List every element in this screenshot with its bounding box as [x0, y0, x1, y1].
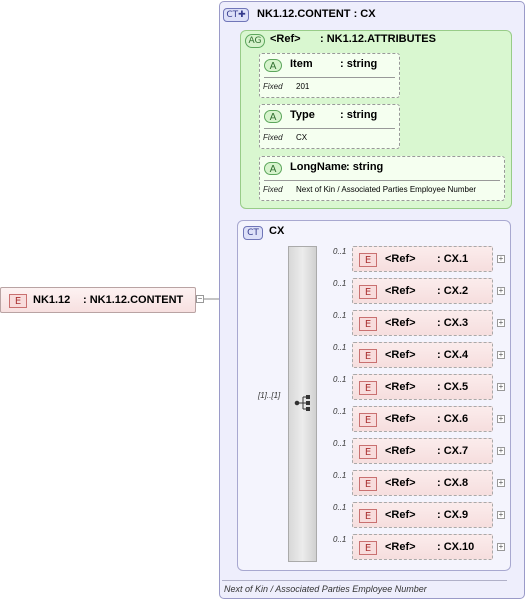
child-ref: <Ref>	[385, 541, 416, 553]
content-type-title: NK1.12.CONTENT : CX	[257, 8, 376, 20]
root-element-box[interactable]: E NK1.12 : NK1.12.CONTENT	[0, 287, 196, 313]
child-type: : CX.5	[437, 381, 469, 393]
child-ref: <Ref>	[385, 445, 416, 457]
child-ref: <Ref>	[385, 285, 416, 297]
root-element-type: : NK1.12.CONTENT	[83, 294, 184, 306]
sequence-icon	[294, 395, 310, 411]
expand-button[interactable]: +	[497, 543, 505, 551]
child-element-1[interactable]: E <Ref> : CX.1	[352, 246, 493, 272]
attribute-name: Type	[290, 109, 315, 121]
child-ref: <Ref>	[385, 349, 416, 361]
element-icon: E	[359, 413, 377, 427]
attribute-icon: A	[264, 162, 282, 175]
element-icon: E	[359, 317, 377, 331]
attribute-divider	[264, 180, 500, 181]
child-element-3[interactable]: E <Ref> : CX.3	[352, 310, 493, 336]
child-occurrence: 0..1	[333, 407, 347, 416]
expand-button[interactable]: +	[497, 255, 505, 263]
child-type: : CX.4	[437, 349, 469, 361]
child-type: : CX.2	[437, 285, 469, 297]
fixed-value: 201	[296, 82, 310, 91]
element-icon: E	[9, 294, 27, 308]
fixed-value: CX	[296, 133, 308, 142]
expand-button[interactable]: +	[497, 511, 505, 519]
cx-type-title: CX	[269, 225, 285, 237]
child-ref: <Ref>	[385, 477, 416, 489]
attribute-divider	[264, 77, 395, 78]
attribute-item[interactable]: A Item : string Fixed 201	[259, 53, 400, 98]
expand-button[interactable]: +	[497, 447, 505, 455]
child-element-7[interactable]: E <Ref> : CX.7	[352, 438, 493, 464]
attribute-divider	[264, 128, 395, 129]
child-type: : CX.6	[437, 413, 469, 425]
child-ref: <Ref>	[385, 317, 416, 329]
attribute-type: : string	[340, 58, 378, 70]
plus-icon: ✚	[238, 10, 246, 20]
child-occurrence: 0..1	[333, 535, 347, 544]
attribute-name: LongName	[290, 161, 347, 173]
fixed-label: Fixed	[263, 82, 283, 91]
element-icon: E	[359, 285, 377, 299]
child-type: : CX.10	[437, 541, 475, 553]
child-occurrence: 0..1	[333, 439, 347, 448]
element-icon: E	[359, 477, 377, 491]
element-icon: E	[359, 381, 377, 395]
child-type: : CX.7	[437, 445, 469, 457]
attribute-icon: A	[264, 110, 282, 123]
child-ref: <Ref>	[385, 413, 416, 425]
child-element-8[interactable]: E <Ref> : CX.8	[352, 470, 493, 496]
attribute-longname[interactable]: A LongName : string Fixed Next of Kin / …	[259, 156, 505, 201]
element-icon: E	[359, 349, 377, 363]
child-ref: <Ref>	[385, 253, 416, 265]
child-occurrence: 0..1	[333, 375, 347, 384]
root-element-name: NK1.12	[33, 294, 71, 306]
child-occurrence: 0..1	[333, 311, 347, 320]
expand-button[interactable]: +	[497, 319, 505, 327]
attribute-group-icon: AG	[245, 34, 265, 48]
attribute-icon: A	[264, 59, 282, 72]
attribute-name: Item	[290, 58, 313, 70]
attribute-group-ref: <Ref>	[270, 33, 301, 45]
child-element-10[interactable]: E <Ref> : CX.10	[352, 534, 493, 560]
complex-type-icon: CT✚	[223, 8, 249, 22]
child-ref: <Ref>	[385, 381, 416, 393]
child-occurrence: 0..1	[333, 343, 347, 352]
attribute-type-field[interactable]: A Type : string Fixed CX	[259, 104, 400, 149]
child-occurrence: 0..1	[333, 503, 347, 512]
element-icon: E	[359, 445, 377, 459]
collapse-button[interactable]: −	[196, 295, 204, 303]
child-element-9[interactable]: E <Ref> : CX.9	[352, 502, 493, 528]
expand-button[interactable]: +	[497, 351, 505, 359]
fixed-value: Next of Kin / Associated Parties Employe…	[296, 185, 477, 194]
fixed-label: Fixed	[263, 133, 283, 142]
child-occurrence: 0..1	[333, 471, 347, 480]
sequence-occurrence: [1]..[1]	[258, 391, 281, 400]
element-icon: E	[359, 253, 377, 267]
attribute-group-type: : NK1.12.ATTRIBUTES	[320, 33, 436, 45]
fixed-label: Fixed	[263, 185, 283, 194]
child-type: : CX.3	[437, 317, 469, 329]
child-type: : CX.9	[437, 509, 469, 521]
child-element-5[interactable]: E <Ref> : CX.5	[352, 374, 493, 400]
child-ref: <Ref>	[385, 509, 416, 521]
child-element-4[interactable]: E <Ref> : CX.4	[352, 342, 493, 368]
element-icon: E	[359, 509, 377, 523]
attribute-type: : string	[346, 161, 384, 173]
expand-button[interactable]: +	[497, 479, 505, 487]
child-occurrence: 0..1	[333, 279, 347, 288]
element-icon: E	[359, 541, 377, 555]
expand-button[interactable]: +	[497, 415, 505, 423]
expand-button[interactable]: +	[497, 287, 505, 295]
child-element-6[interactable]: E <Ref> : CX.6	[352, 406, 493, 432]
child-occurrence: 0..1	[333, 247, 347, 256]
documentation-divider	[222, 580, 507, 581]
complex-type-icon: CT	[243, 226, 263, 240]
child-element-2[interactable]: E <Ref> : CX.2	[352, 278, 493, 304]
documentation-text: Next of Kin / Associated Parties Employe…	[224, 584, 427, 594]
child-type: : CX.1	[437, 253, 469, 265]
expand-button[interactable]: +	[497, 383, 505, 391]
child-type: : CX.8	[437, 477, 469, 489]
attribute-type: : string	[340, 109, 378, 121]
